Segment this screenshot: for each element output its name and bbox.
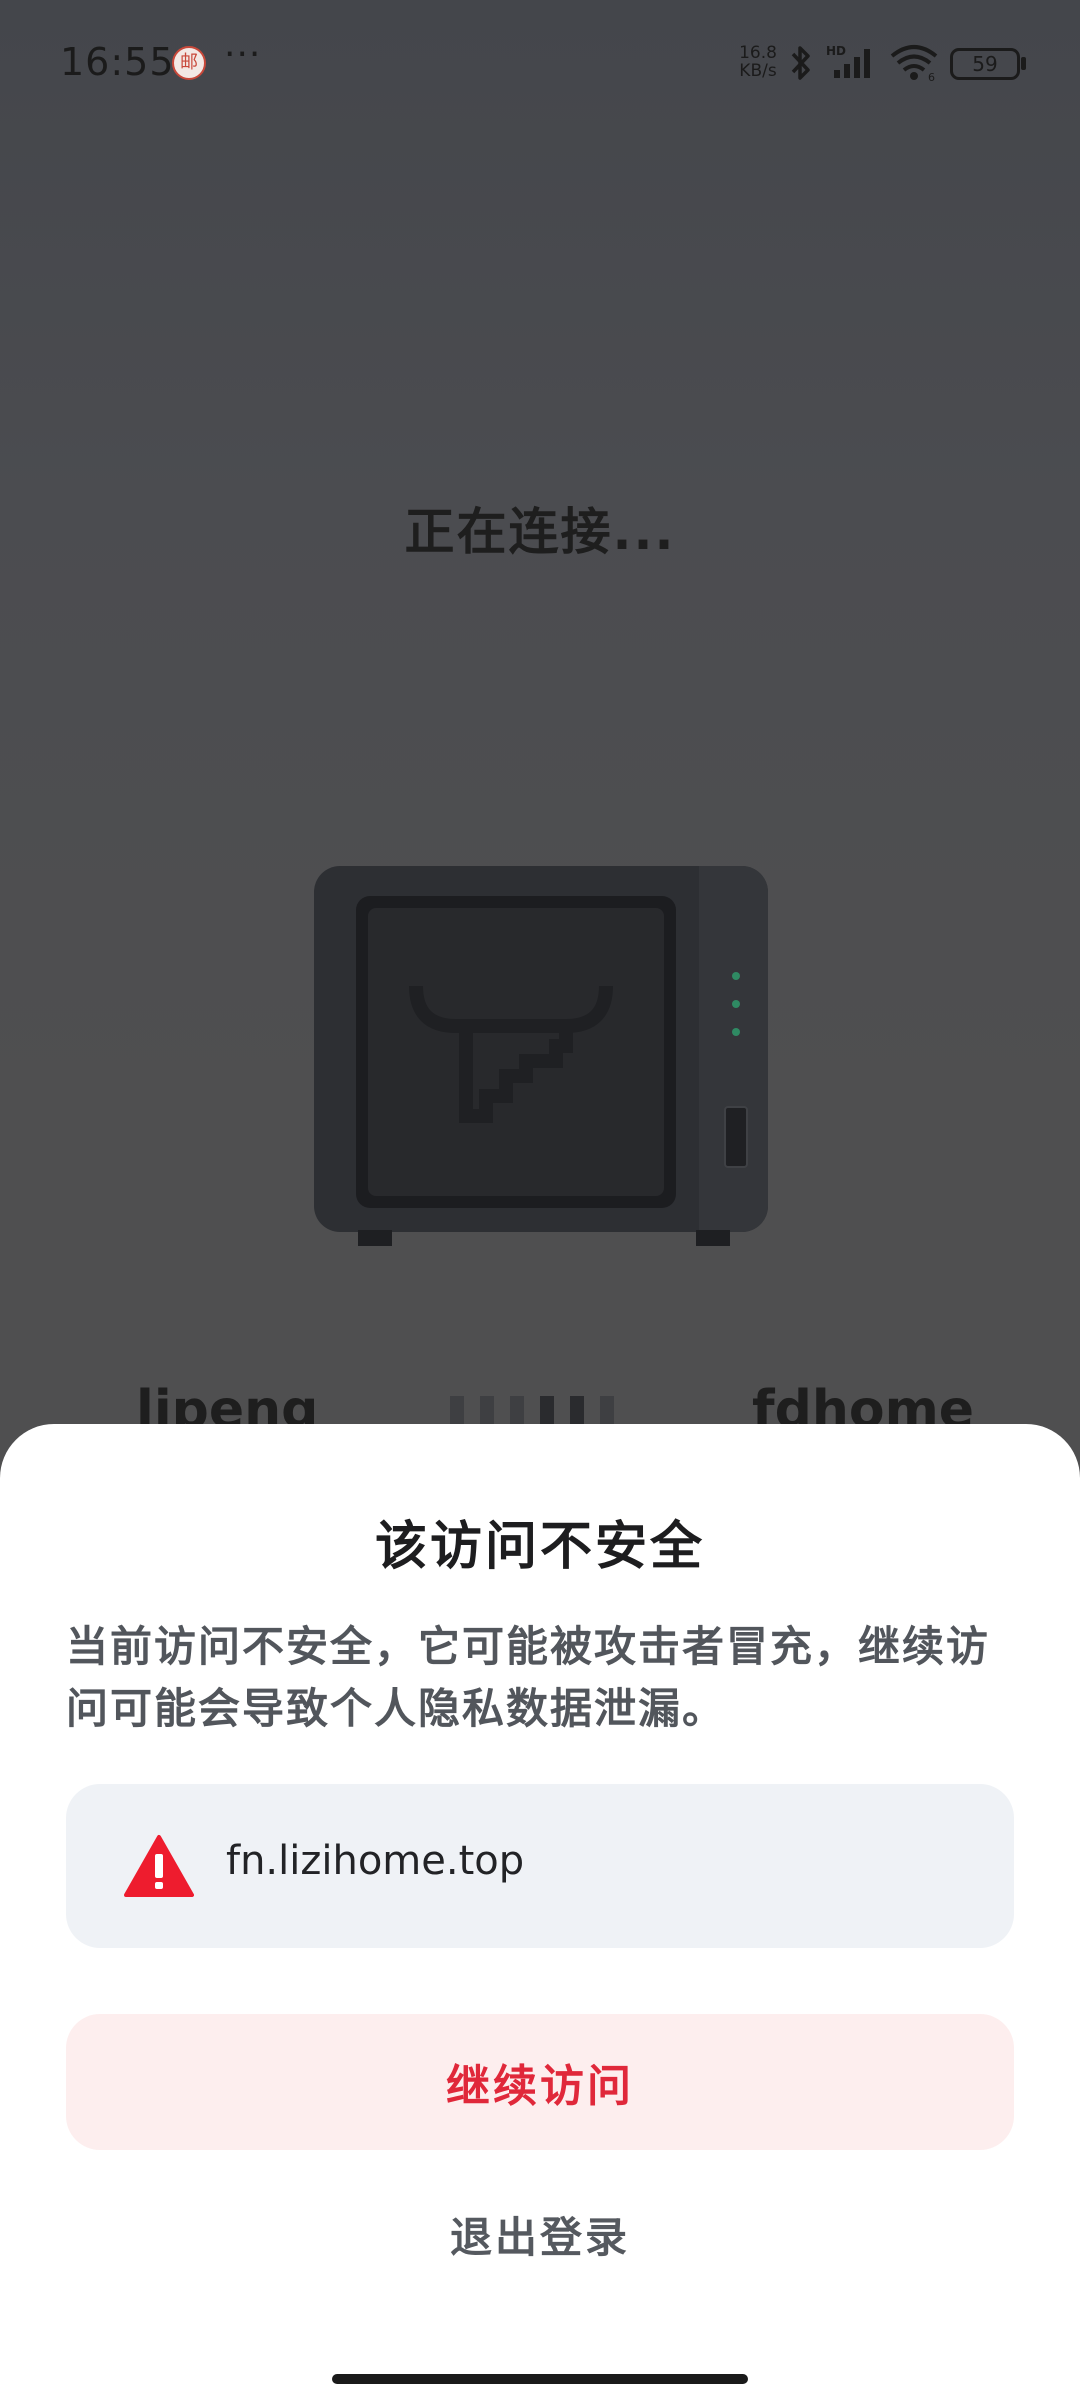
warning-icon xyxy=(124,1835,194,1897)
status-time: 16:55 xyxy=(60,40,175,84)
continue-access-button[interactable]: 继续访问 xyxy=(66,2014,1014,2150)
network-speed-value: 16.8 xyxy=(739,43,777,63)
wifi-generation-label: 6 xyxy=(928,71,935,82)
usb-port xyxy=(724,1106,748,1168)
bluetooth-icon xyxy=(791,46,810,80)
nas-foot xyxy=(358,1230,392,1246)
wifi-icon: 6 xyxy=(890,45,938,82)
battery-icon: 59 xyxy=(950,48,1020,80)
nas-foot xyxy=(696,1230,730,1246)
cellular-signal-icon: HD xyxy=(826,44,870,78)
mail-app-icon: 邮 xyxy=(172,46,206,80)
nas-side-panel xyxy=(699,866,768,1232)
nas-logo-icon xyxy=(409,985,613,1123)
network-type-label: HD xyxy=(826,44,846,58)
network-speed-unit: KB/s xyxy=(739,61,777,81)
dialog-description: 当前访问不安全，它可能被攻击者冒充，继续访问可能会导致个人隐私数据泄漏。 xyxy=(66,1622,991,1733)
insecure-access-dialog: 该访问不安全 当前访问不安全，它可能被攻击者冒充，继续访问可能会导致个人隐私数据… xyxy=(0,1424,1080,2400)
more-notifications-icon: ··· xyxy=(224,34,262,75)
dialog-title: 该访问不安全 xyxy=(374,1517,705,1577)
home-indicator[interactable] xyxy=(332,2374,748,2384)
status-bar: 16:55 邮 ··· 16.8 KB/s HD 6 59 xyxy=(0,0,1080,130)
status-led xyxy=(732,1028,740,1036)
status-led xyxy=(732,972,740,980)
insecure-url: fn.lizihome.top xyxy=(226,1838,525,1884)
status-led xyxy=(732,1000,740,1008)
logout-button[interactable]: 退出登录 xyxy=(340,2194,740,2274)
nas-device-illustration xyxy=(314,866,768,1246)
battery-tip xyxy=(1021,57,1026,70)
network-speed: 16.8 KB/s xyxy=(736,44,780,80)
url-info-box: fn.lizihome.top xyxy=(66,1784,1014,1948)
connecting-status: 正在连接... xyxy=(404,503,676,561)
